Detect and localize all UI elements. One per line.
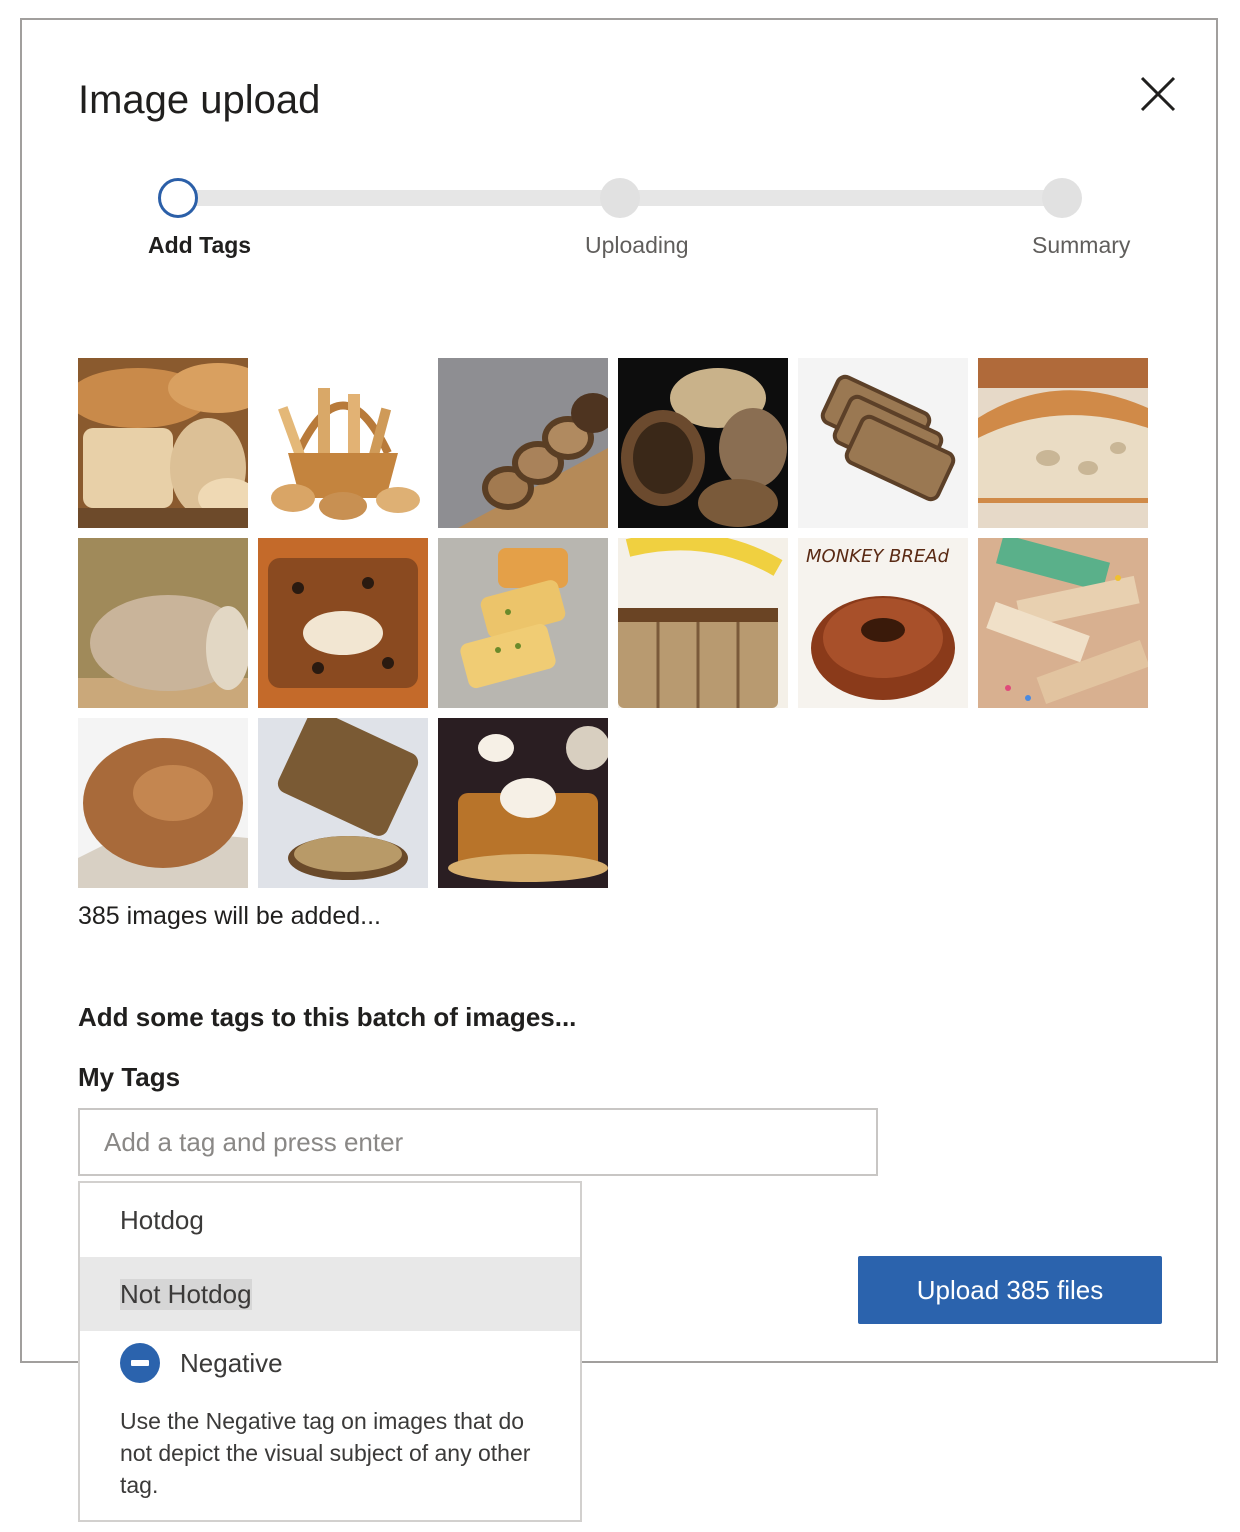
tag-input[interactable] bbox=[78, 1108, 878, 1176]
tag-option-not-hotdog[interactable]: Not Hotdog bbox=[80, 1257, 580, 1331]
thumbnail-round-loaf bbox=[78, 718, 248, 888]
thumbnail-ciabatta-loaf bbox=[978, 358, 1148, 528]
tags-section-heading: Add some tags to this batch of images... bbox=[78, 1002, 577, 1032]
close-icon bbox=[1140, 76, 1176, 112]
thumbnail-bread-assortment bbox=[78, 358, 248, 528]
tag-option-label: Hotdog bbox=[120, 1204, 204, 1235]
thumbnail-fairy-bread bbox=[978, 538, 1148, 708]
tag-suggestions-dropdown: Hotdog Not Hotdog Negative Use the Negat… bbox=[78, 1181, 582, 1522]
thumbnail-sliced-seeded-loaf bbox=[438, 358, 608, 528]
negative-label: Negative bbox=[180, 1347, 283, 1378]
tag-option-hotdog[interactable]: Hotdog bbox=[80, 1183, 580, 1257]
monkey-bread-caption: MONKEY BREAd bbox=[806, 546, 950, 567]
step-label-add-tags: Add Tags bbox=[148, 232, 252, 258]
thumbnail-country-loaf bbox=[78, 538, 248, 708]
upload-button[interactable]: Upload 385 files bbox=[858, 1256, 1162, 1324]
tag-option-negative[interactable]: Negative bbox=[120, 1343, 283, 1383]
negative-description: Use the Negative tag on images that do n… bbox=[120, 1408, 531, 1498]
step-indicator-summary bbox=[1042, 178, 1082, 218]
thumbnail-monkey-bread: MONKEY BREAd bbox=[798, 538, 968, 708]
step-indicator-add-tags bbox=[158, 178, 198, 218]
image-count-text: 385 images will be added... bbox=[78, 902, 381, 930]
thumbnail-bread-basket bbox=[258, 358, 428, 528]
minus-circle-icon bbox=[120, 1343, 160, 1383]
my-tags-label: My Tags bbox=[78, 1062, 181, 1092]
thumbnail-banana-bread bbox=[618, 538, 788, 708]
dialog-title: Image upload bbox=[78, 78, 321, 122]
thumbnail-chocolate-chip-bread bbox=[258, 538, 428, 708]
thumbnail-garlic-bread bbox=[438, 538, 608, 708]
thumbnail-bread-pudding bbox=[438, 718, 608, 888]
step-label-uploading: Uploading bbox=[585, 232, 689, 258]
thumbnail-sliced-rye-bread bbox=[798, 358, 968, 528]
thumbnail-zucchini-bread bbox=[258, 718, 428, 888]
tag-option-label: Not Hotdog bbox=[120, 1278, 252, 1310]
step-indicator-uploading bbox=[600, 178, 640, 218]
close-button[interactable] bbox=[1136, 72, 1180, 116]
step-label-summary: Summary bbox=[1032, 232, 1131, 258]
thumbnail-rustic-sourdough-loaves bbox=[618, 358, 788, 528]
